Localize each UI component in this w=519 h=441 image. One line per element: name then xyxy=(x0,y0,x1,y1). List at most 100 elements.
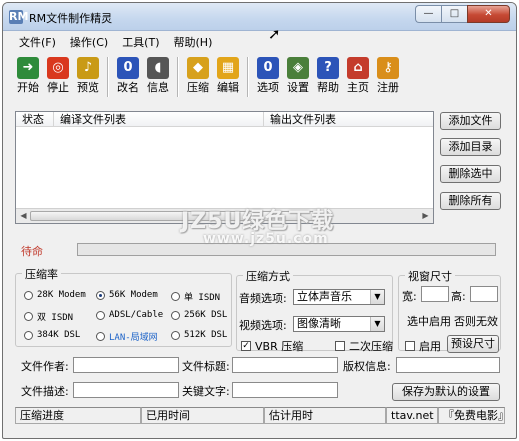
height-input[interactable] xyxy=(470,286,498,302)
title-input[interactable] xyxy=(232,357,338,373)
toolbar-home-button[interactable]: ⌂ 主页 xyxy=(343,55,373,99)
menu-help[interactable]: 帮助(H) xyxy=(174,34,213,52)
radio-dot xyxy=(171,292,180,301)
two-pass-checkbox[interactable]: 二次压缩 xyxy=(335,338,393,354)
menu-file[interactable]: 文件(F) xyxy=(19,34,56,52)
column-output-files[interactable]: 输出文件列表 xyxy=(264,112,433,126)
radio-single-isdn[interactable]: 单 ISDN xyxy=(171,290,220,303)
toolbar-info-button[interactable]: ◖ 信息 xyxy=(143,55,173,99)
width-input[interactable] xyxy=(421,286,449,302)
toolbar-separator xyxy=(107,57,109,97)
home-icon: ⌂ xyxy=(347,57,369,79)
group-title: 压缩方式 xyxy=(243,268,293,284)
toolbar-label: 信息 xyxy=(147,81,169,94)
scroll-left-icon[interactable]: ◀ xyxy=(17,211,30,222)
menu-operate[interactable]: 操作(C) xyxy=(70,34,108,52)
radio-lan[interactable]: LAN-局域网 xyxy=(96,330,158,343)
toolbar-compress-button[interactable]: ◆ 压缩 xyxy=(183,55,213,99)
toolbar-label: 注册 xyxy=(377,81,399,94)
radio-dot xyxy=(96,310,105,320)
width-label: 宽: xyxy=(402,290,417,303)
radio-label: ADSL/Cable xyxy=(109,310,164,320)
radio-dual-isdn[interactable]: 双 ISDN xyxy=(24,310,73,323)
vbr-checkbox[interactable]: ✓ VBR 压缩 xyxy=(241,338,303,354)
enable-hint-label: 选中启用 xyxy=(407,315,451,328)
minimize-button[interactable]: — xyxy=(415,5,441,23)
toolbar-help-button[interactable]: ? 帮助 xyxy=(313,55,343,99)
info-icon: ◖ xyxy=(147,57,169,79)
copyright-label: 版权信息: xyxy=(343,360,391,373)
toolbar-label: 设置 xyxy=(287,81,309,94)
toolbar-preview-button[interactable]: ♪ 预览 xyxy=(73,55,103,99)
radio-adsl-cable[interactable]: ADSL/Cable xyxy=(96,310,163,320)
radio-56k-modem[interactable]: 56K Modem xyxy=(96,290,158,300)
radio-label: 28K Modem xyxy=(37,290,86,300)
save-default-button[interactable]: 保存为默认的设置 xyxy=(392,383,500,401)
scroll-right-icon[interactable]: ▶ xyxy=(419,211,432,222)
chevron-down-icon[interactable]: ▼ xyxy=(370,317,384,331)
column-source-files[interactable]: 编译文件列表 xyxy=(54,112,264,126)
delete-selected-button[interactable]: 删除选中 xyxy=(440,165,501,183)
delete-all-button[interactable]: 删除所有 xyxy=(440,192,501,210)
key-icon: ⚷ xyxy=(377,57,399,79)
group-title: 视窗尺寸 xyxy=(405,268,455,284)
radio-label: 双 ISDN xyxy=(37,313,74,323)
enable-size-checkbox[interactable]: 启用 xyxy=(405,338,441,354)
radio-256k-dsl[interactable]: 256K DSL xyxy=(171,310,227,320)
select-value: 立体声音乐 xyxy=(297,290,352,303)
author-input[interactable] xyxy=(73,357,179,373)
video-options-select[interactable]: 图像清晰 ▼ xyxy=(293,316,385,332)
add-folder-button[interactable]: 添加目录 xyxy=(440,138,501,156)
mouse-cursor-icon: ➚ xyxy=(268,25,281,43)
column-status[interactable]: 状态 xyxy=(16,112,54,126)
status-elapsed: 已用时间 xyxy=(141,407,264,424)
radio-28k-modem[interactable]: 28K Modem xyxy=(24,290,86,300)
window-title: RM文件制作精灵 xyxy=(29,12,113,25)
menu-tools[interactable]: 工具(T) xyxy=(122,34,159,52)
settings-icon: ◈ xyxy=(287,57,309,79)
author-label: 文件作者: xyxy=(21,360,69,373)
compress-icon: ◆ xyxy=(187,57,209,79)
preset-size-button[interactable]: 预设尺寸 xyxy=(447,335,499,353)
close-button[interactable]: ✕ xyxy=(467,5,510,23)
toolbar-label: 编辑 xyxy=(217,81,239,94)
toolbar-label: 帮助 xyxy=(317,81,339,94)
audio-options-label: 音频选项: xyxy=(239,292,287,305)
copyright-input[interactable] xyxy=(396,357,500,373)
toolbar-separator xyxy=(177,57,179,97)
add-file-button[interactable]: 添加文件 xyxy=(440,112,501,130)
description-label: 文件描述: xyxy=(21,385,69,398)
toolbar-label: 开始 xyxy=(17,81,39,94)
compression-method-group: 压缩方式 音频选项: 立体声音乐 ▼ 视频选项: 图像清晰 ▼ ✓ VBR 压缩 二次… xyxy=(236,268,393,354)
toolbar-options-button[interactable]: 0 选项 xyxy=(253,55,283,99)
toolbar-stop-button[interactable]: ◎ 停止 xyxy=(43,55,73,99)
radio-label: 56K Modem xyxy=(109,290,158,300)
checkbox-label: 启用 xyxy=(419,340,441,353)
toolbar-settings-button[interactable]: ◈ 设置 xyxy=(283,55,313,99)
toolbar-label: 选项 xyxy=(257,81,279,94)
status-progress: 压缩进度 xyxy=(15,407,141,424)
checkbox-label: VBR 压缩 xyxy=(255,340,304,353)
toolbar-register-button[interactable]: ⚷ 注册 xyxy=(373,55,403,99)
radio-384k-dsl[interactable]: 384K DSL xyxy=(24,330,80,340)
watermark-url: www.jz5u.com xyxy=(203,231,329,247)
toolbar-edit-button[interactable]: ▦ 编辑 xyxy=(213,55,243,99)
radio-dot xyxy=(171,310,180,320)
film-edit-icon: ▦ xyxy=(217,57,239,79)
radio-dot xyxy=(24,312,33,321)
keywords-input[interactable] xyxy=(232,382,338,398)
toolbar-start-button[interactable]: ➜ 开始 xyxy=(13,55,43,99)
radio-dot xyxy=(171,330,180,340)
maximize-button[interactable]: □ xyxy=(441,5,467,23)
audio-options-select[interactable]: 立体声音乐 ▼ xyxy=(293,289,385,305)
compression-rate-group: 压缩率 28K Modem 56K Modem 单 ISDN 双 ISDN AD… xyxy=(15,266,232,347)
chevron-down-icon[interactable]: ▼ xyxy=(370,290,384,304)
toolbar-label: 预览 xyxy=(77,81,99,94)
toolbar-rename-button[interactable]: 0 改名 xyxy=(113,55,143,99)
toolbar-label: 压缩 xyxy=(187,81,209,94)
checkbox-box xyxy=(335,341,345,351)
title-bar[interactable]: RM RM文件制作精灵 — □ ✕ xyxy=(3,3,516,31)
description-input[interactable] xyxy=(73,382,179,398)
radio-dot xyxy=(96,332,105,341)
radio-512k-dsl[interactable]: 512K DSL xyxy=(171,330,227,340)
